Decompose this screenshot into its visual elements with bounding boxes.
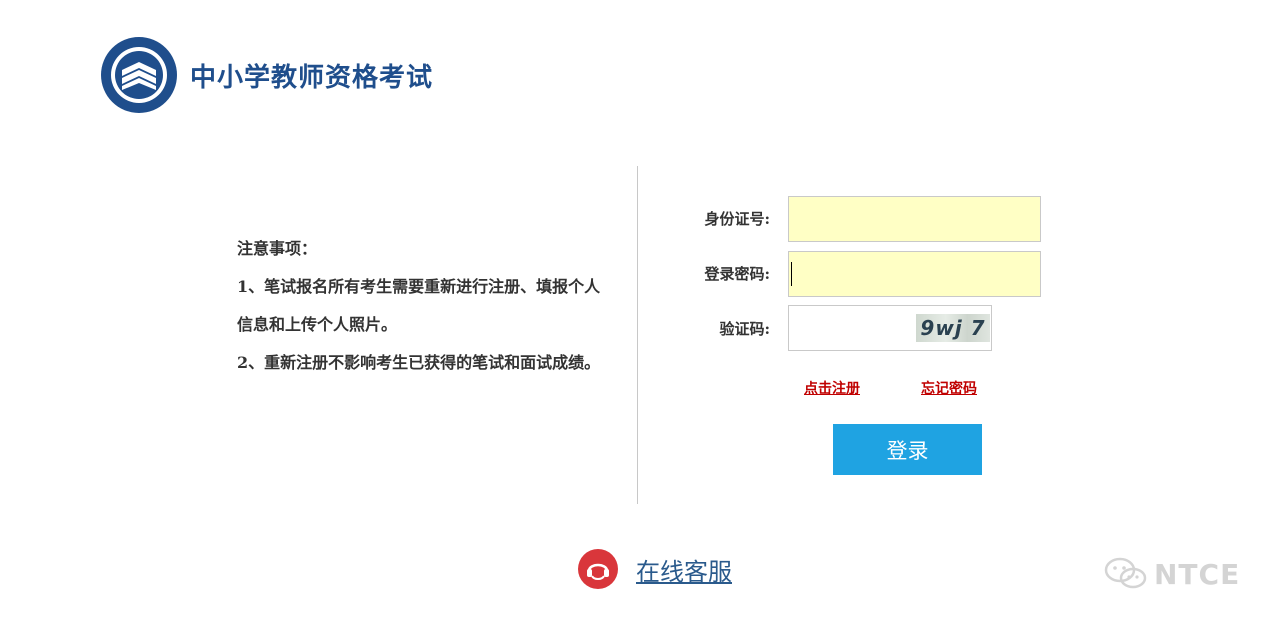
id-number-input[interactable] [788, 196, 1041, 242]
notice-item: 2、重新注册不影响考生已获得的笔试和面试成绩。 [237, 353, 601, 372]
notice-item: 1、笔试报名所有考生需要重新进行注册、填报个人信息和上传个人照片。 [237, 277, 601, 334]
notice-heading: 注意事项： [237, 239, 318, 258]
password-input[interactable] [788, 251, 1041, 297]
watermark: NTCE [1104, 556, 1240, 592]
watermark-text: NTCE [1154, 557, 1241, 591]
logo-emblem-icon [101, 37, 177, 113]
forgot-password-link[interactable]: 忘记密码 [921, 378, 977, 398]
id-number-label: 身份证号: [704, 210, 770, 228]
vertical-divider [637, 166, 638, 504]
wechat-icon [1104, 557, 1147, 589]
online-service-link[interactable]: 在线客服 [636, 552, 732, 587]
login-page: 中小学教师资格考试 注意事项： 1、笔试报名所有考生需要重新进行注册、填报个人信… [0, 0, 1280, 626]
site-title: 中小学教师资格考试 [190, 62, 434, 93]
password-label: 登录密码: [704, 265, 770, 283]
text-cursor [791, 262, 792, 286]
customer-service-icon [578, 549, 618, 589]
register-link[interactable]: 点击注册 [804, 378, 860, 398]
login-button[interactable]: 登录 [833, 424, 982, 475]
site-logo: 中小学教师资格考试 [100, 36, 433, 114]
captcha-image[interactable]: 9wj 7 [916, 314, 990, 342]
notice-panel: 注意事项： 1、笔试报名所有考生需要重新进行注册、填报个人信息和上传个人照片。 … [237, 230, 609, 382]
online-service[interactable]: 在线客服 [578, 549, 732, 589]
captcha-label: 验证码: [719, 320, 770, 338]
